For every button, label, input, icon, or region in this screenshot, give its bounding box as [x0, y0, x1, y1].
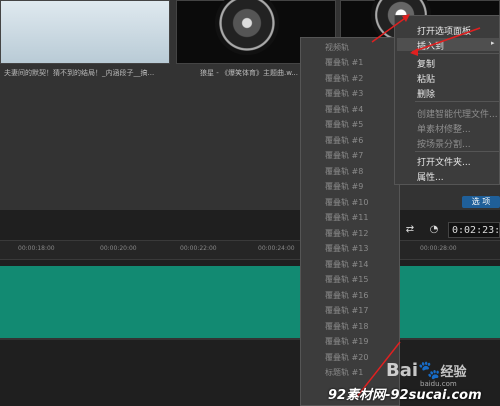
arrowhead-icon	[410, 48, 418, 56]
site-watermark: 92素材网-92sucai.com	[328, 388, 482, 403]
baidu-logo: Bai🐾经验	[386, 360, 467, 381]
annotation-arrow	[411, 27, 481, 53]
annotation-arrows	[355, 14, 481, 399]
annotation-arrow	[371, 15, 409, 43]
arrowhead-icon	[402, 14, 410, 22]
